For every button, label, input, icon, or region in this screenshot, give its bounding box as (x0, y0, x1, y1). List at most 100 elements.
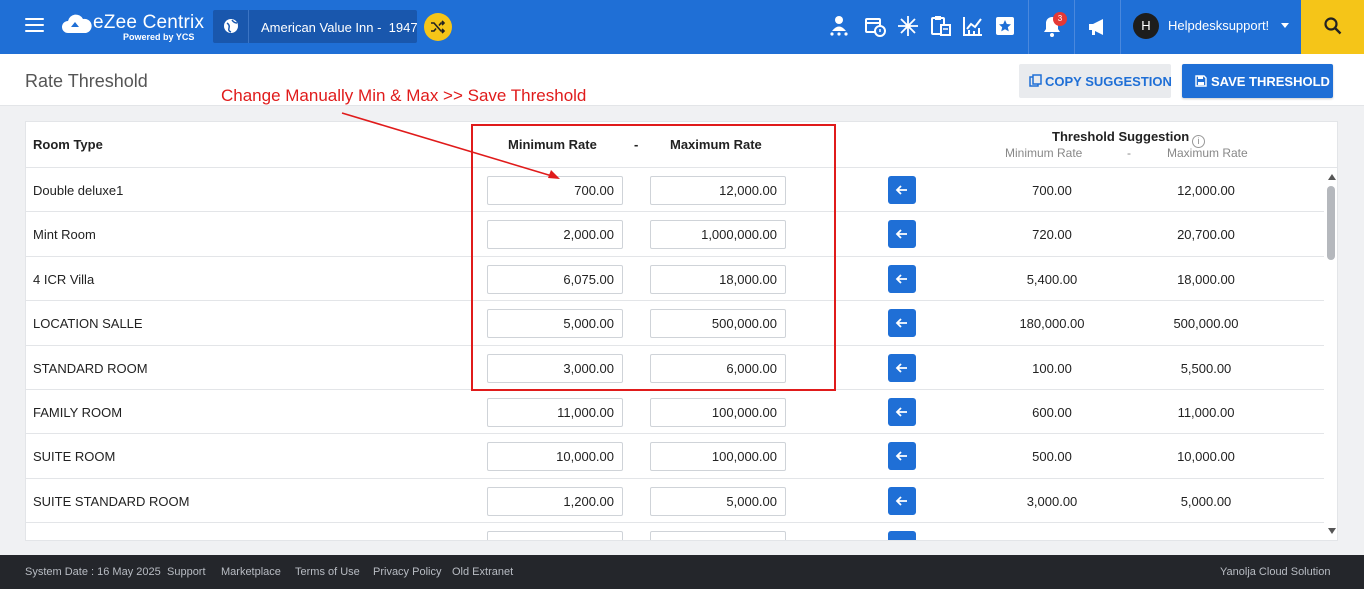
maximum-rate-input[interactable]: 1,000,000.00 (650, 220, 786, 250)
footer: System Date : 16 May 2025 Support Market… (0, 555, 1364, 589)
maximum-rate-input[interactable]: 12,000.00 (650, 176, 786, 205)
suggested-minimum-rate: 180,000.00 (1019, 316, 1085, 332)
vertical-scrollbar[interactable] (1324, 168, 1337, 540)
scrollbar-thumb[interactable] (1327, 186, 1335, 260)
chart-icon[interactable] (961, 14, 985, 38)
room-type-name: Mint Room (33, 227, 96, 243)
cloud-logo-icon (62, 14, 92, 33)
scroll-down-arrow-icon[interactable] (1328, 528, 1336, 534)
megaphone-icon[interactable] (1086, 15, 1110, 39)
avatar: H (1133, 13, 1159, 39)
suggested-maximum-rate: 12,000.00 (1177, 183, 1235, 198)
apply-suggestion-button[interactable] (888, 442, 916, 471)
threshold-suggestion-title: Threshold Suggestion (1052, 129, 1190, 144)
hamburger-menu-icon[interactable] (25, 18, 44, 34)
annotation-callout: Change Manually Min & Max >> Save Thresh… (221, 86, 587, 105)
suggested-minimum-rate: 720.00 (1032, 227, 1072, 243)
hub-icon[interactable] (896, 14, 920, 38)
table-row: NON AC DELUXE 2,000.00 25,000.00 2,894.00 7,… (26, 523, 1324, 541)
suggestion-max-header: Maximum Rate (1167, 146, 1248, 160)
arrow-left-icon (895, 451, 907, 461)
arrow-left-icon (895, 496, 907, 506)
suggested-maximum-rate: 10,000.00 (1177, 449, 1235, 465)
maximum-rate-input[interactable]: 500,000.00 (650, 309, 786, 339)
save-threshold-label: SAVE THRESHOLD (1211, 74, 1330, 89)
save-threshold-button[interactable]: SAVE THRESHOLD (1182, 64, 1333, 98)
apply-suggestion-button[interactable] (888, 531, 916, 541)
apply-suggestion-button[interactable] (888, 176, 916, 204)
scroll-up-arrow-icon[interactable] (1328, 174, 1336, 180)
minimum-rate-input[interactable]: 10,000.00 (487, 442, 623, 472)
minimum-rate-input[interactable]: 700.00 (487, 176, 623, 205)
column-header-minimum-rate: Minimum Rate (508, 137, 597, 152)
maximum-rate-input[interactable]: 6,000.00 (650, 353, 786, 383)
user-name: Helpdesksupport! (1168, 18, 1270, 33)
footer-link-privacy[interactable]: Privacy Policy (373, 566, 441, 578)
suggested-maximum-rate: 18,000.00 (1177, 271, 1235, 287)
apply-suggestion-button[interactable] (888, 353, 916, 382)
clipboard-report-icon[interactable] (929, 14, 953, 38)
suggested-maximum-rate: 20,700.00 (1177, 227, 1235, 243)
property-name: American Value Inn - 1947 (261, 20, 418, 35)
suggested-minimum-rate: 2,894.00 (992, 538, 1112, 540)
suggested-minimum-rate: 100.00 (1032, 360, 1072, 376)
suggested-maximum-rate: 7,245.00 (1146, 538, 1266, 540)
suggestion-separator: - (1127, 146, 1131, 160)
star-card-icon[interactable] (993, 14, 1017, 38)
calendar-settings-icon[interactable] (863, 14, 887, 38)
suggested-minimum-rate: 5,400.00 (1026, 271, 1078, 287)
table-row: LOCATION SALLE 5,000.00 500,000.00 180,000.… (26, 301, 1324, 346)
arrow-left-icon (895, 274, 907, 284)
room-type-name: LOCATION SALLE (33, 316, 143, 332)
arrow-left-icon (895, 407, 907, 417)
suggested-maximum-rate: 5,500.00 (1180, 360, 1232, 376)
search-icon (1324, 17, 1342, 35)
rate-threshold-table: Room Type Minimum Rate - Maximum Rate Th… (25, 121, 1338, 541)
suggestion-min-header: Minimum Rate (1005, 146, 1083, 160)
suggested-minimum-rate: 700.00 (1032, 183, 1072, 198)
maximum-rate-input[interactable]: 5,000.00 (650, 486, 786, 516)
minimum-rate-input[interactable]: 2,000.00 (487, 220, 623, 250)
table-body: Double deluxe1 700.00 12,000.00 700.00 12,00… (26, 168, 1324, 541)
arrow-left-icon (895, 362, 907, 373)
footer-link-marketplace[interactable]: Marketplace (221, 566, 281, 578)
minimum-rate-input[interactable]: 11,000.00 (487, 397, 623, 427)
arrow-left-icon (895, 229, 907, 240)
minimum-rate-input[interactable]: 1,200.00 (487, 486, 623, 516)
room-type-name: Double deluxe1 (33, 183, 124, 198)
globe-icon (213, 10, 249, 43)
apply-suggestion-button[interactable] (888, 309, 916, 338)
brand-name: eZee Centrix (93, 12, 205, 33)
apply-suggestion-button[interactable] (888, 397, 916, 426)
suggested-maximum-rate: 500,000.00 (1173, 316, 1239, 332)
table-row: 4 ICR Villa 6,075.00 18,000.00 5,400.00 18,0… (26, 257, 1324, 302)
apply-suggestion-button[interactable] (888, 220, 916, 249)
maximum-rate-input[interactable]: 100,000.00 (650, 397, 786, 427)
table-row: STANDARD ROOM 3,000.00 6,000.00 100.00 5,500… (26, 346, 1324, 390)
search-button[interactable] (1301, 0, 1364, 54)
copy-suggestion-button[interactable]: COPY SUGGESTION (1019, 64, 1172, 98)
maximum-rate-input[interactable]: 25,000.00 (650, 531, 786, 540)
footer-link-old-extranet[interactable]: Old Extranet (452, 566, 513, 578)
suggested-minimum-rate: 3,000.00 (1026, 493, 1078, 509)
maximum-rate-input[interactable]: 18,000.00 (650, 264, 786, 294)
user-network-icon[interactable] (827, 14, 851, 38)
table-header: Room Type Minimum Rate - Maximum Rate Th… (26, 122, 1337, 168)
table-row: Double deluxe1 700.00 12,000.00 700.00 12,00… (26, 168, 1324, 213)
suggested-maximum-rate: 11,000.00 (1177, 404, 1235, 420)
column-header-maximum-rate: Maximum Rate (670, 137, 762, 152)
minimum-rate-input[interactable]: 3,000.00 (487, 353, 623, 383)
minimum-rate-input[interactable]: 6,075.00 (487, 264, 623, 294)
footer-link-support[interactable]: Support (167, 566, 206, 578)
apply-suggestion-button[interactable] (888, 486, 916, 515)
minimum-rate-input[interactable]: 5,000.00 (487, 309, 623, 339)
minimum-rate-input[interactable]: 2,000.00 (487, 531, 623, 540)
suggested-minimum-rate: 500.00 (1032, 449, 1072, 465)
maximum-rate-input[interactable]: 100,000.00 (650, 442, 786, 472)
property-selector[interactable]: American Value Inn - 1947 (213, 10, 418, 43)
top-navigation-bar: eZee Centrix Powered by YCS American Val… (0, 0, 1364, 54)
footer-link-terms[interactable]: Terms of Use (295, 566, 360, 578)
apply-suggestion-button[interactable] (888, 264, 916, 293)
switch-property-button[interactable] (424, 13, 452, 41)
arrow-left-icon (895, 538, 909, 541)
